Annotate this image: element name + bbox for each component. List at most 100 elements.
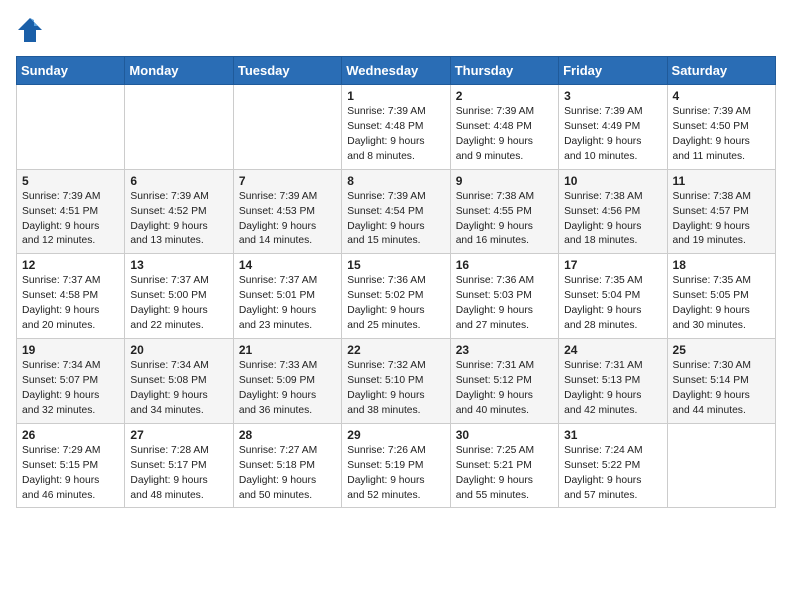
calendar-cell: 16 Sunrise: 7:36 AM Sunset: 5:03 PM Dayli… bbox=[450, 254, 558, 339]
calendar-cell: 4 Sunrise: 7:39 AM Sunset: 4:50 PM Daylig… bbox=[667, 85, 775, 170]
calendar-week-row: 5 Sunrise: 7:39 AM Sunset: 4:51 PM Daylig… bbox=[17, 169, 776, 254]
day-info: Sunrise: 7:35 AM Sunset: 5:05 PM Dayligh… bbox=[673, 274, 770, 334]
day-info: Sunrise: 7:33 AM Sunset: 5:09 PM Dayligh… bbox=[239, 359, 336, 419]
page-header bbox=[16, 16, 776, 44]
column-header-wednesday: Wednesday bbox=[342, 57, 450, 85]
column-header-saturday: Saturday bbox=[667, 57, 775, 85]
day-number: 25 bbox=[673, 343, 770, 357]
calendar-cell: 28Sunrise: 7:27 AM Sunset: 5:18 PM Dayli… bbox=[233, 423, 341, 508]
day-number: 21 bbox=[239, 343, 336, 357]
calendar-cell: 18 Sunrise: 7:35 AM Sunset: 5:05 PM Dayli… bbox=[667, 254, 775, 339]
day-number: 28 bbox=[239, 428, 336, 442]
calendar-cell: 5 Sunrise: 7:39 AM Sunset: 4:51 PM Daylig… bbox=[17, 169, 125, 254]
day-number: 7 bbox=[239, 174, 336, 188]
day-number: 11 bbox=[673, 174, 770, 188]
calendar-cell bbox=[17, 85, 125, 170]
day-number: 6 bbox=[130, 174, 227, 188]
calendar-cell: 9 Sunrise: 7:38 AM Sunset: 4:55 PM Daylig… bbox=[450, 169, 558, 254]
logo-icon bbox=[16, 16, 44, 44]
calendar-cell: 3 Sunrise: 7:39 AM Sunset: 4:49 PM Daylig… bbox=[559, 85, 667, 170]
day-number: 13 bbox=[130, 258, 227, 272]
day-info: Sunrise: 7:39 AM Sunset: 4:54 PM Dayligh… bbox=[347, 190, 444, 250]
day-info: Sunrise: 7:37 AM Sunset: 4:58 PM Dayligh… bbox=[22, 274, 119, 334]
day-info: Sunrise: 7:36 AM Sunset: 5:03 PM Dayligh… bbox=[456, 274, 553, 334]
day-number: 5 bbox=[22, 174, 119, 188]
day-info: Sunrise: 7:30 AM Sunset: 5:14 PM Dayligh… bbox=[673, 359, 770, 419]
day-info: Sunrise: 7:28 AM Sunset: 5:17 PM Dayligh… bbox=[130, 444, 227, 504]
calendar-cell: 23Sunrise: 7:31 AM Sunset: 5:12 PM Dayli… bbox=[450, 339, 558, 424]
day-info: Sunrise: 7:37 AM Sunset: 5:01 PM Dayligh… bbox=[239, 274, 336, 334]
calendar-cell: 11 Sunrise: 7:38 AM Sunset: 4:57 PM Dayli… bbox=[667, 169, 775, 254]
day-number: 20 bbox=[130, 343, 227, 357]
day-info: Sunrise: 7:34 AM Sunset: 5:08 PM Dayligh… bbox=[130, 359, 227, 419]
day-info: Sunrise: 7:39 AM Sunset: 4:53 PM Dayligh… bbox=[239, 190, 336, 250]
calendar-cell: 1 Sunrise: 7:39 AM Sunset: 4:48 PM Daylig… bbox=[342, 85, 450, 170]
day-info: Sunrise: 7:38 AM Sunset: 4:56 PM Dayligh… bbox=[564, 190, 661, 250]
calendar-cell: 27Sunrise: 7:28 AM Sunset: 5:17 PM Dayli… bbox=[125, 423, 233, 508]
day-info: Sunrise: 7:31 AM Sunset: 5:13 PM Dayligh… bbox=[564, 359, 661, 419]
day-number: 4 bbox=[673, 89, 770, 103]
day-number: 1 bbox=[347, 89, 444, 103]
column-header-sunday: Sunday bbox=[17, 57, 125, 85]
calendar-header-row: SundayMondayTuesdayWednesdayThursdayFrid… bbox=[17, 57, 776, 85]
calendar-cell: 8 Sunrise: 7:39 AM Sunset: 4:54 PM Daylig… bbox=[342, 169, 450, 254]
column-header-tuesday: Tuesday bbox=[233, 57, 341, 85]
day-info: Sunrise: 7:39 AM Sunset: 4:51 PM Dayligh… bbox=[22, 190, 119, 250]
day-number: 23 bbox=[456, 343, 553, 357]
day-info: Sunrise: 7:39 AM Sunset: 4:48 PM Dayligh… bbox=[347, 105, 444, 165]
calendar-cell: 21 Sunrise: 7:33 AM Sunset: 5:09 PM Dayli… bbox=[233, 339, 341, 424]
day-info: Sunrise: 7:24 AM Sunset: 5:22 PM Dayligh… bbox=[564, 444, 661, 504]
day-number: 3 bbox=[564, 89, 661, 103]
day-number: 24 bbox=[564, 343, 661, 357]
day-info: Sunrise: 7:35 AM Sunset: 5:04 PM Dayligh… bbox=[564, 274, 661, 334]
day-number: 29 bbox=[347, 428, 444, 442]
calendar-week-row: 26Sunrise: 7:29 AM Sunset: 5:15 PM Dayli… bbox=[17, 423, 776, 508]
calendar-week-row: 19 Sunrise: 7:34 AM Sunset: 5:07 PM Dayli… bbox=[17, 339, 776, 424]
calendar-cell: 15 Sunrise: 7:36 AM Sunset: 5:02 PM Dayli… bbox=[342, 254, 450, 339]
calendar-cell bbox=[125, 85, 233, 170]
day-number: 12 bbox=[22, 258, 119, 272]
day-info: Sunrise: 7:34 AM Sunset: 5:07 PM Dayligh… bbox=[22, 359, 119, 419]
day-info: Sunrise: 7:39 AM Sunset: 4:52 PM Dayligh… bbox=[130, 190, 227, 250]
day-number: 18 bbox=[673, 258, 770, 272]
day-info: Sunrise: 7:36 AM Sunset: 5:02 PM Dayligh… bbox=[347, 274, 444, 334]
calendar-cell: 2Sunrise: 7:39 AM Sunset: 4:48 PM Daylig… bbox=[450, 85, 558, 170]
calendar-cell: 17 Sunrise: 7:35 AM Sunset: 5:04 PM Dayli… bbox=[559, 254, 667, 339]
day-info: Sunrise: 7:39 AM Sunset: 4:49 PM Dayligh… bbox=[564, 105, 661, 165]
calendar-cell: 22 Sunrise: 7:32 AM Sunset: 5:10 PM Dayli… bbox=[342, 339, 450, 424]
day-info: Sunrise: 7:38 AM Sunset: 4:55 PM Dayligh… bbox=[456, 190, 553, 250]
day-info: Sunrise: 7:25 AM Sunset: 5:21 PM Dayligh… bbox=[456, 444, 553, 504]
day-info: Sunrise: 7:37 AM Sunset: 5:00 PM Dayligh… bbox=[130, 274, 227, 334]
calendar-cell: 29 Sunrise: 7:26 AM Sunset: 5:19 PM Dayli… bbox=[342, 423, 450, 508]
day-number: 14 bbox=[239, 258, 336, 272]
calendar-cell: 31Sunrise: 7:24 AM Sunset: 5:22 PM Dayli… bbox=[559, 423, 667, 508]
day-info: Sunrise: 7:39 AM Sunset: 4:50 PM Dayligh… bbox=[673, 105, 770, 165]
column-header-monday: Monday bbox=[125, 57, 233, 85]
calendar-cell: 26Sunrise: 7:29 AM Sunset: 5:15 PM Dayli… bbox=[17, 423, 125, 508]
day-number: 22 bbox=[347, 343, 444, 357]
day-info: Sunrise: 7:26 AM Sunset: 5:19 PM Dayligh… bbox=[347, 444, 444, 504]
day-info: Sunrise: 7:32 AM Sunset: 5:10 PM Dayligh… bbox=[347, 359, 444, 419]
day-info: Sunrise: 7:38 AM Sunset: 4:57 PM Dayligh… bbox=[673, 190, 770, 250]
calendar-cell: 14 Sunrise: 7:37 AM Sunset: 5:01 PM Dayli… bbox=[233, 254, 341, 339]
day-number: 16 bbox=[456, 258, 553, 272]
logo bbox=[16, 16, 48, 44]
day-number: 17 bbox=[564, 258, 661, 272]
calendar-cell: 30Sunrise: 7:25 AM Sunset: 5:21 PM Dayli… bbox=[450, 423, 558, 508]
calendar-cell: 12 Sunrise: 7:37 AM Sunset: 4:58 PM Dayli… bbox=[17, 254, 125, 339]
day-number: 19 bbox=[22, 343, 119, 357]
calendar-cell: 13 Sunrise: 7:37 AM Sunset: 5:00 PM Dayli… bbox=[125, 254, 233, 339]
calendar-table: SundayMondayTuesdayWednesdayThursdayFrid… bbox=[16, 56, 776, 508]
day-number: 2 bbox=[456, 89, 553, 103]
day-number: 10 bbox=[564, 174, 661, 188]
day-number: 9 bbox=[456, 174, 553, 188]
calendar-cell: 24 Sunrise: 7:31 AM Sunset: 5:13 PM Dayli… bbox=[559, 339, 667, 424]
day-number: 15 bbox=[347, 258, 444, 272]
calendar-cell: 10 Sunrise: 7:38 AM Sunset: 4:56 PM Dayli… bbox=[559, 169, 667, 254]
calendar-cell: 25 Sunrise: 7:30 AM Sunset: 5:14 PM Dayli… bbox=[667, 339, 775, 424]
calendar-cell bbox=[233, 85, 341, 170]
column-header-friday: Friday bbox=[559, 57, 667, 85]
calendar-week-row: 12 Sunrise: 7:37 AM Sunset: 4:58 PM Dayli… bbox=[17, 254, 776, 339]
day-number: 8 bbox=[347, 174, 444, 188]
calendar-cell bbox=[667, 423, 775, 508]
